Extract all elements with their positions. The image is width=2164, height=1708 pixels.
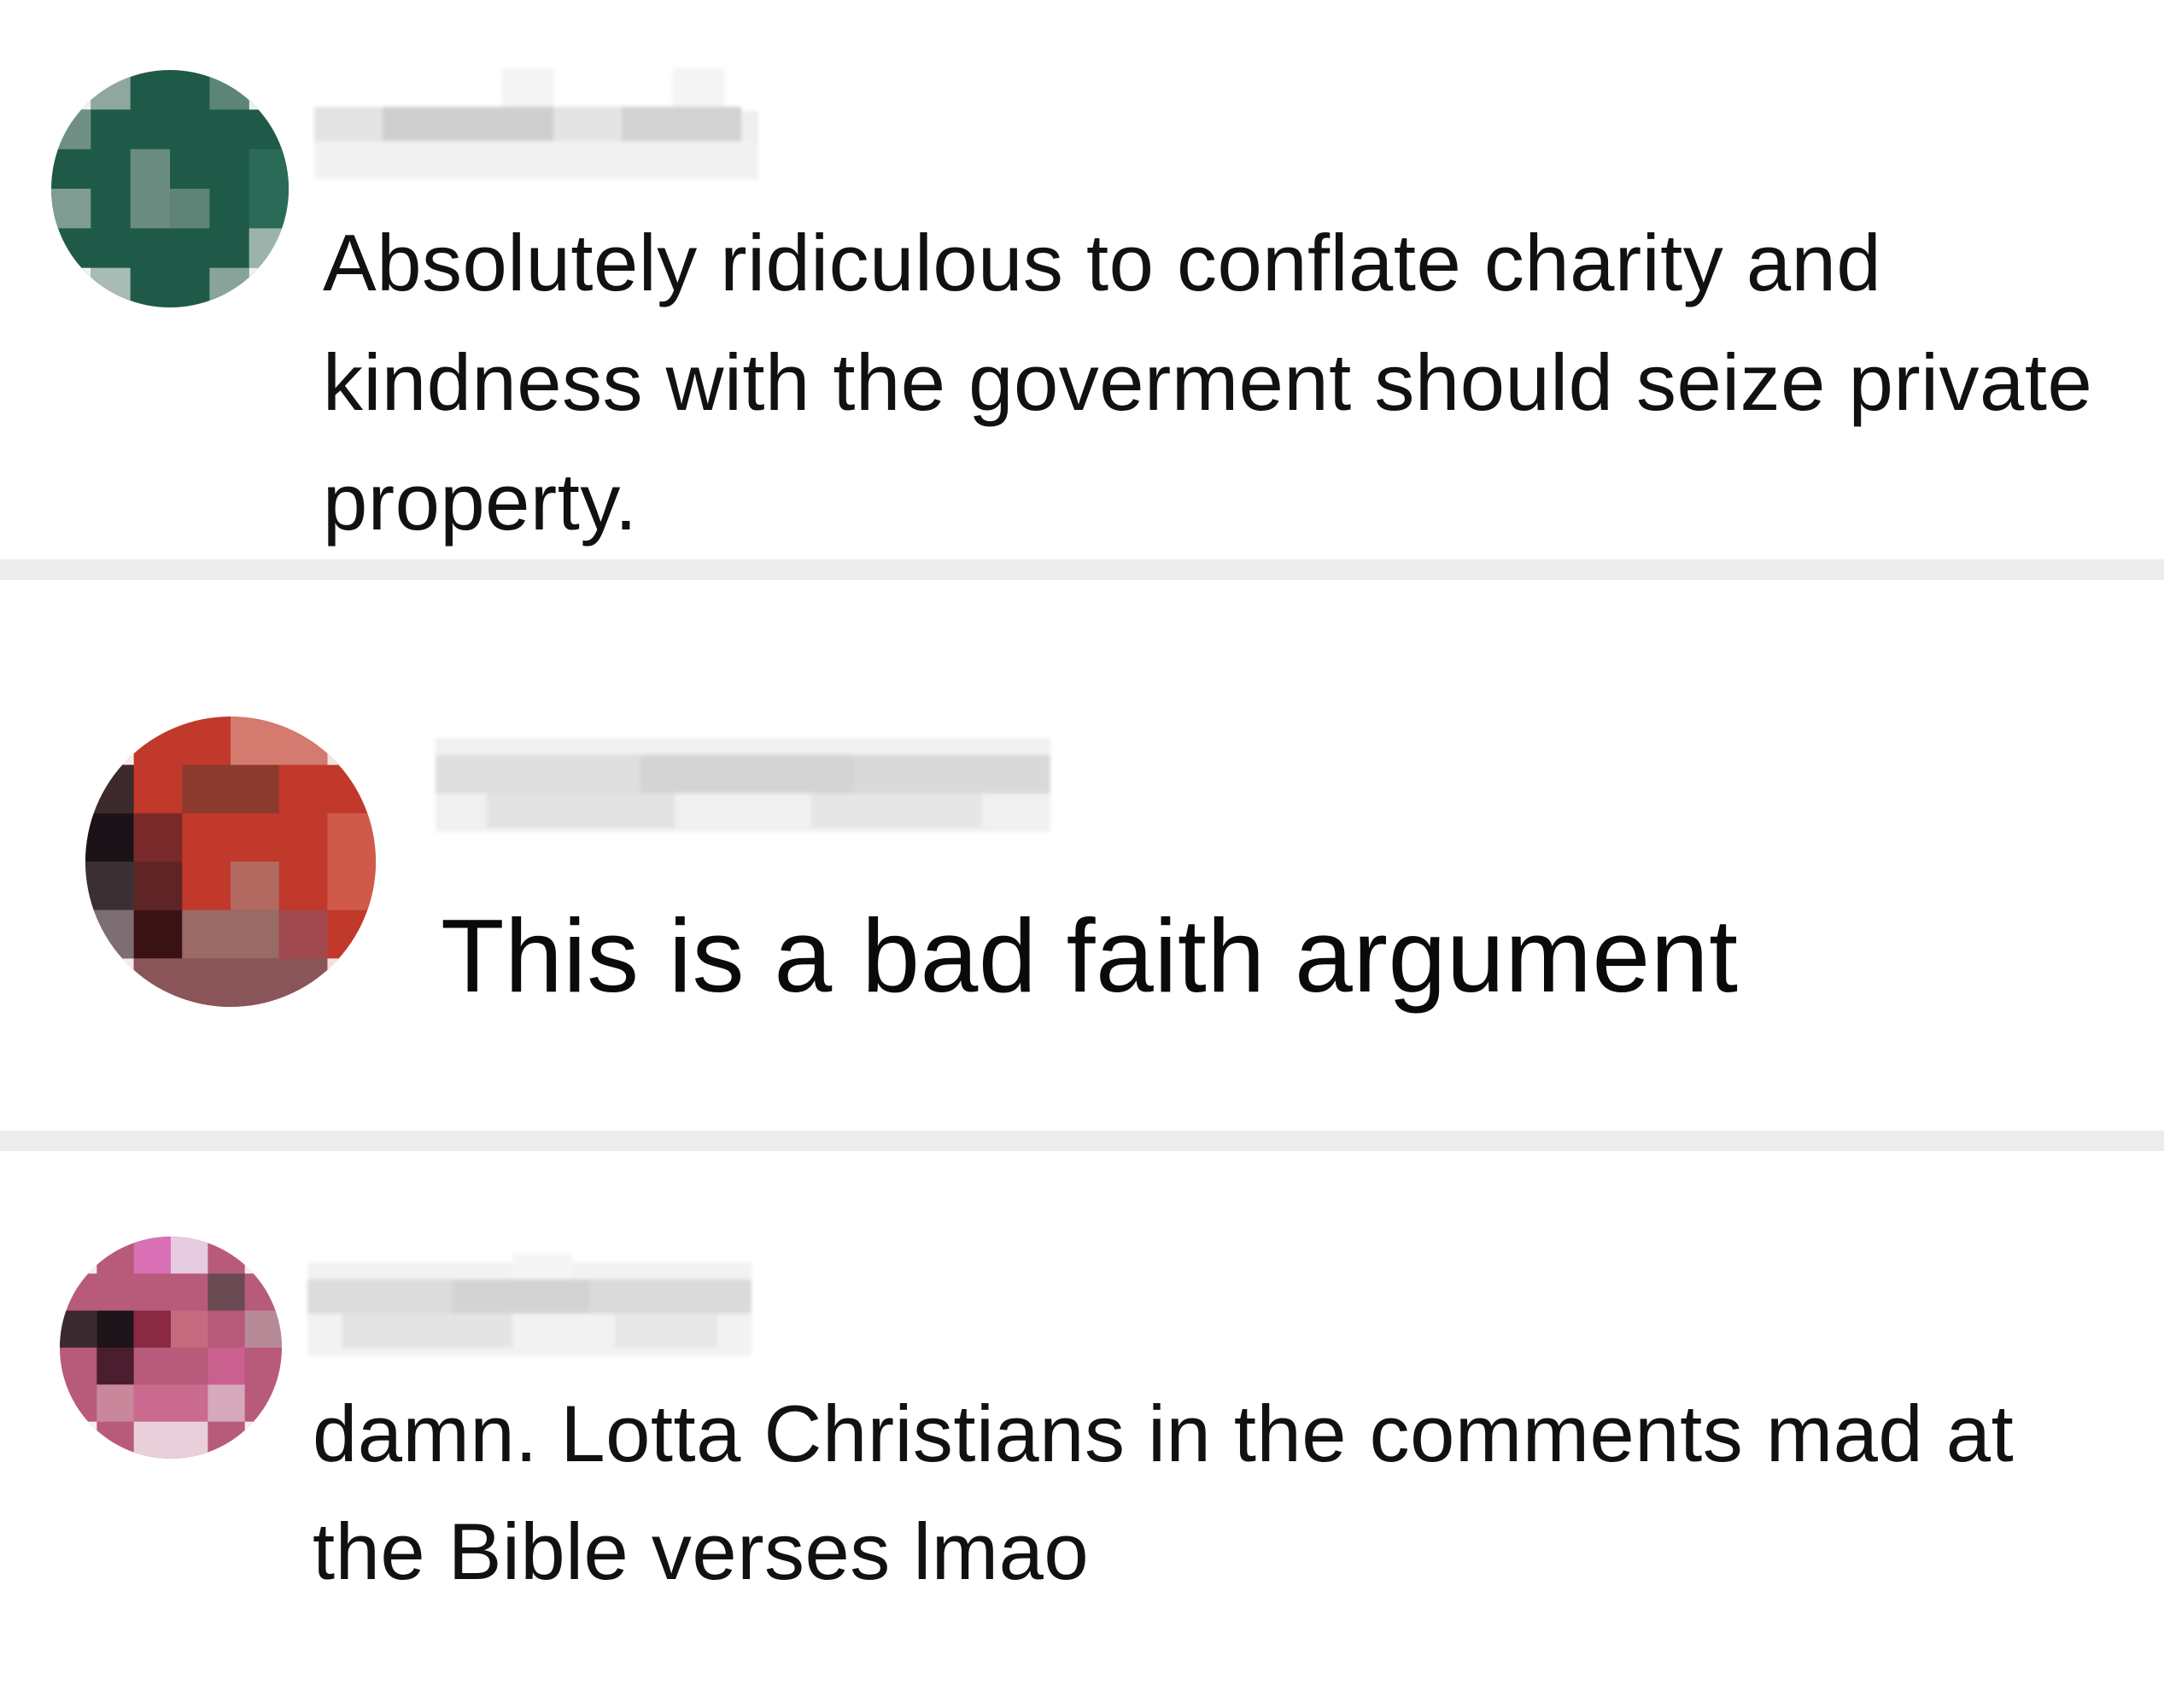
avatar[interactable] (51, 70, 289, 307)
username-redacted[interactable] (307, 1254, 752, 1356)
divider (0, 559, 2164, 580)
comment-item: damn. Lotta Christians in the comments m… (0, 1151, 2164, 1708)
username-redacted[interactable] (314, 68, 758, 179)
username-redacted[interactable] (436, 738, 1050, 832)
pixelated-avatar-icon (51, 70, 289, 307)
comment-text: damn. Lotta Christians in the comments m… (313, 1389, 2015, 1596)
avatar[interactable] (60, 1237, 282, 1459)
pixelated-avatar-icon (60, 1237, 282, 1459)
comment-item: Absolutely ridiculous to conflate charit… (0, 0, 2164, 559)
comment-text: This is a bad faith argument (441, 898, 1739, 1014)
comment-text: Absolutely ridiculous to conflate charit… (323, 218, 2093, 547)
divider (0, 1131, 2164, 1151)
comment-item: This is a bad faith argument (0, 580, 2164, 1131)
pixelated-avatar-icon (85, 717, 376, 1007)
avatar[interactable] (85, 717, 376, 1007)
